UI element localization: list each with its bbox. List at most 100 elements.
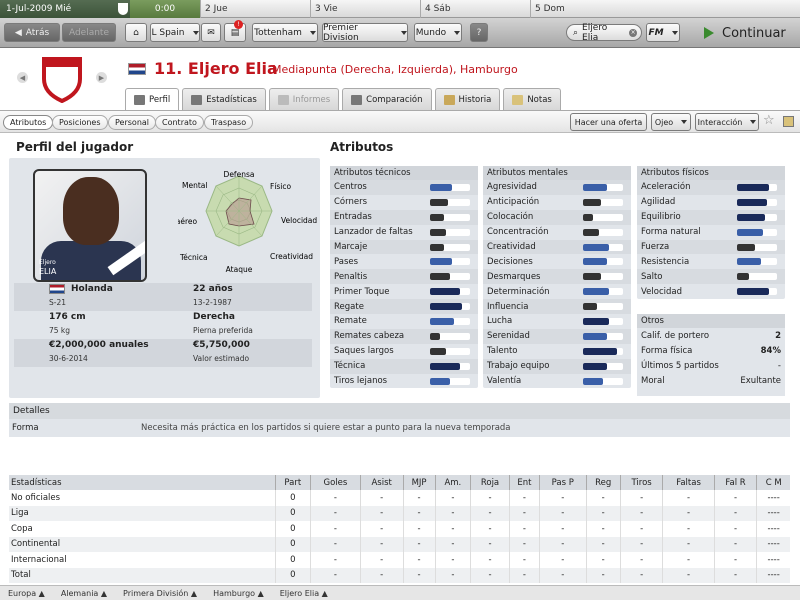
stats-column-header[interactable]: C M — [756, 475, 790, 490]
attribute-row: Penaltis — [330, 269, 478, 285]
stats-cell: - — [434, 536, 471, 552]
search-input[interactable]: ⌕ Eljero Elia × — [566, 23, 642, 43]
subtab-atributos[interactable]: Atributos — [3, 115, 54, 130]
calendar-day[interactable]: 2 Jue — [200, 0, 310, 18]
competition-menu[interactable]: Premier Division — [322, 23, 408, 43]
make-offer-button[interactable]: Hacer una oferta — [570, 113, 647, 131]
continue-arrow-icon — [704, 27, 714, 39]
attribute-label: Marcaje — [334, 242, 368, 252]
stats-column-header[interactable]: Pas P — [539, 475, 587, 490]
stats-column-header[interactable]: Am. — [434, 475, 471, 490]
attribute-bar-fill — [583, 288, 609, 296]
forward-button[interactable]: Adelante — [62, 23, 116, 42]
clear-search-icon[interactable]: × — [629, 28, 637, 37]
tab-notas[interactable]: Notas — [503, 88, 561, 110]
inbox-button[interactable]: ✉ — [201, 23, 221, 42]
details-title: Detalles — [9, 403, 790, 419]
tab-historia[interactable]: Historia — [434, 88, 501, 110]
breadcrumb-item[interactable]: Alemania ▲ — [53, 589, 115, 598]
other-attributes-title: Otros — [637, 314, 785, 328]
stats-column-header[interactable]: MJP — [402, 475, 436, 490]
attribute-bar — [583, 377, 623, 385]
stats-column-header[interactable]: Goles — [310, 475, 361, 490]
stats-column-header[interactable]: Asist — [359, 475, 404, 490]
world-menu[interactable]: Mundo — [414, 23, 462, 42]
tab-perfil[interactable]: Perfil — [125, 88, 180, 111]
breadcrumb-item[interactable]: Primera División ▲ — [115, 589, 205, 598]
stats-cell: - — [539, 521, 587, 537]
attribute-bar — [737, 213, 777, 221]
add-note-icon[interactable] — [783, 116, 794, 127]
breadcrumb-item[interactable]: Europa ▲ — [0, 589, 53, 598]
attributes-heading: Atributos — [330, 140, 394, 154]
stats-cell: - — [434, 567, 471, 583]
attribute-bar-fill — [737, 258, 761, 266]
stats-cell: 0 — [274, 552, 311, 568]
other-value: 84% — [760, 345, 781, 356]
stats-column-header[interactable]: Tiros — [619, 475, 663, 490]
tab-informes[interactable]: Informes — [268, 88, 340, 110]
calendar-day[interactable]: 4 Sáb — [420, 0, 530, 18]
attribute-bar-fill — [737, 198, 767, 206]
attribute-row: Salto — [637, 269, 785, 285]
attribute-bar-fill — [737, 288, 769, 296]
interaction-menu[interactable]: Interacción — [695, 113, 759, 131]
nationality: Holanda — [71, 284, 113, 294]
attribute-bar — [430, 362, 470, 370]
breadcrumb-item[interactable]: Hamburgo ▲ — [205, 589, 272, 598]
current-date[interactable]: 1-Jul-2009 Mié — [0, 0, 130, 18]
tab-comparacion[interactable]: Comparación — [342, 88, 432, 110]
attribute-bar — [583, 332, 623, 340]
subtab-traspaso[interactable]: Traspaso — [204, 115, 254, 130]
previous-player-icon[interactable]: ◀ — [17, 72, 28, 83]
stats-column-header[interactable]: Reg — [585, 475, 621, 490]
stats-row-label: Liga — [9, 505, 275, 521]
attribute-bar — [737, 258, 777, 266]
forward-label: Adelante — [68, 27, 110, 38]
attribute-row: Remates cabeza — [330, 328, 478, 344]
calendar-day[interactable]: 3 Vie — [310, 0, 420, 18]
next-player-icon[interactable]: ▶ — [96, 72, 107, 83]
breadcrumb-item[interactable]: Eljero Elia ▲ — [272, 589, 336, 598]
stats-cell: - — [470, 536, 510, 552]
home-icon: ⌂ — [133, 27, 139, 38]
attribute-label: Influencia — [487, 301, 529, 312]
stats-column-header[interactable]: Fal R — [713, 475, 757, 490]
attribute-bar-fill — [583, 303, 597, 311]
continue-button[interactable]: Continuar — [694, 18, 800, 48]
attribute-bar — [583, 362, 623, 370]
calendar-day[interactable]: 5 Dom — [530, 0, 640, 18]
subtab-posiciones[interactable]: Posiciones — [52, 115, 108, 130]
subtab-contrato[interactable]: Contrato — [155, 115, 204, 130]
stats-column-header[interactable]: Faltas — [662, 475, 715, 490]
back-button[interactable]: ◀ Atrás — [4, 23, 60, 42]
club-menu[interactable]: Tottenham — [252, 23, 318, 42]
nation-menu[interactable]: L Spain — [150, 23, 200, 42]
attribute-row: Agilidad — [637, 195, 785, 210]
attribute-radar-chart: Defensa Físico Velocidad Creatividad Ata… — [178, 170, 317, 274]
fm-menu[interactable]: FM — [646, 23, 680, 42]
attribute-row: Velocidad — [637, 284, 785, 299]
news-icon: ▤ — [230, 27, 240, 38]
stats-column-header[interactable]: Part — [274, 475, 311, 490]
stats-column-header[interactable]: Roja — [470, 475, 510, 490]
help-button[interactable]: ? — [470, 23, 488, 42]
attribute-bar — [430, 288, 470, 296]
attribute-row: Regate — [330, 299, 478, 315]
stats-cell: - — [310, 505, 361, 521]
attribute-bar-fill — [583, 228, 599, 236]
attribute-bar-fill — [583, 347, 617, 355]
attribute-list: Centros Córners Entradas Lanzador de faltas… — [330, 180, 478, 388]
stats-column-header[interactable]: Ent — [508, 475, 540, 490]
attribute-bar-fill — [430, 362, 460, 370]
tab-estadisticas[interactable]: Estadísticas — [182, 88, 266, 110]
attribute-bar — [583, 273, 623, 281]
favorite-star-icon[interactable]: ☆ — [763, 113, 775, 128]
attribute-bar-fill — [430, 377, 450, 385]
scout-menu[interactable]: Ojeo — [651, 113, 691, 131]
stats-cell: - — [359, 552, 404, 568]
stats-column-header[interactable]: Estadísticas — [9, 475, 275, 490]
photo-face — [63, 177, 119, 245]
home-button[interactable]: ⌂ — [125, 23, 147, 42]
subtab-personal[interactable]: Personal — [108, 115, 157, 130]
